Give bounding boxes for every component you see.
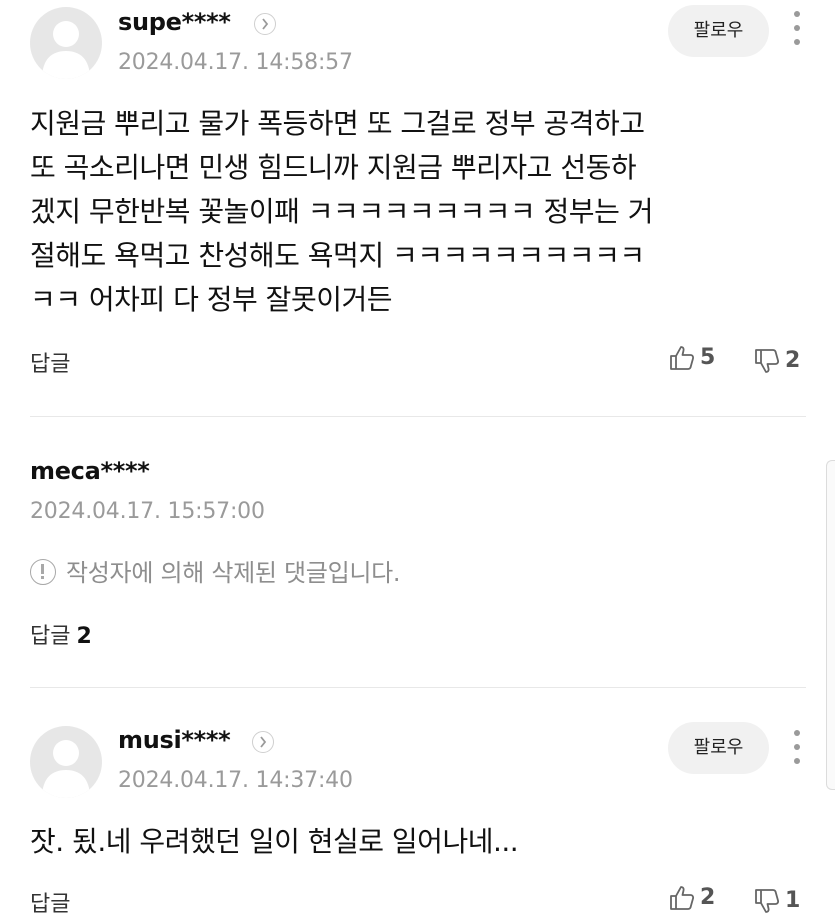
comment-line: 잣. 됬.네 우려했던 일이 현실로 일어나네...: [30, 825, 519, 858]
chevron-right-icon[interactable]: [252, 731, 274, 753]
like-button[interactable]: 5: [668, 344, 728, 374]
comment-line: 또 곡소리나면 민생 힘드니까 지원금 뿌리자고 선동하: [30, 151, 637, 184]
timestamp: 2024.04.17. 14:58:57: [118, 50, 353, 75]
avatar[interactable]: [30, 726, 102, 798]
avatar[interactable]: [30, 7, 102, 79]
reply-label: 답글: [30, 352, 71, 377]
thumbs-up-icon: [670, 346, 695, 370]
username[interactable]: meca****: [30, 457, 150, 485]
comment-item: musi**** 2024.04.17. 14:37:40 팔로우 잣. 됬.네…: [0, 688, 835, 924]
scrollbar[interactable]: [826, 460, 835, 790]
dislike-button[interactable]: 1: [753, 887, 813, 917]
comment-line: 지원금 뿌리고 물가 폭등하면 또 그걸로 정부 공격하고: [30, 107, 645, 140]
more-vertical-icon[interactable]: [790, 11, 804, 47]
username[interactable]: musi****: [118, 726, 231, 754]
reply-count: 2: [76, 624, 92, 649]
follow-button[interactable]: 팔로우: [668, 5, 769, 57]
reply-label: 답글: [30, 892, 71, 917]
thumbs-down-icon: [755, 889, 780, 913]
like-button[interactable]: 2: [668, 884, 728, 914]
reply-button[interactable]: 답글: [30, 886, 70, 918]
reply-button[interactable]: 답글: [30, 346, 70, 378]
default-avatar-icon: [42, 21, 90, 79]
info-circle-icon: [30, 559, 56, 585]
timestamp: 2024.04.17. 15:57:00: [30, 499, 265, 524]
comment-body: 잣. 됬.네 우려했던 일이 현실로 일어나네...: [30, 820, 790, 864]
comment-line: 절해도 욕먹고 찬성해도 욕먹지 ㅋㅋㅋㅋㅋㅋㅋㅋㅋㅋ: [30, 239, 645, 272]
like-count: 2: [700, 885, 716, 910]
dislike-button[interactable]: 2: [753, 347, 813, 377]
comment-line: ㅋㅋ 어차피 다 정부 잘못이거든: [30, 283, 392, 316]
comment-item: supe**** 2024.04.17. 14:58:57 팔로우 지원금 뿌리…: [0, 0, 835, 416]
like-count: 5: [700, 345, 716, 370]
reply-button[interactable]: 답글 2: [30, 618, 92, 650]
follow-button[interactable]: 팔로우: [668, 722, 769, 774]
dislike-count: 1: [785, 888, 801, 913]
reply-label: 답글: [30, 624, 71, 649]
default-avatar-icon: [42, 740, 90, 798]
chevron-right-icon[interactable]: [254, 13, 276, 35]
comment-item: meca**** 2024.04.17. 15:57:00 작성자에 의해 삭제…: [0, 417, 835, 687]
comment-line: 겠지 무한반복 꽃놀이패 ㅋㅋㅋㅋㅋㅋㅋㅋㅋ 정부는 거: [30, 195, 653, 228]
deleted-notice: 작성자에 의해 삭제된 댓글입니다.: [30, 553, 401, 588]
thumbs-up-icon: [670, 886, 695, 910]
deleted-text: 작성자에 의해 삭제된 댓글입니다.: [66, 559, 401, 587]
username[interactable]: supe****: [118, 8, 231, 36]
dislike-count: 2: [785, 348, 801, 373]
timestamp: 2024.04.17. 14:37:40: [118, 768, 353, 793]
more-vertical-icon[interactable]: [790, 730, 804, 766]
comment-body: 지원금 뿌리고 물가 폭등하면 또 그걸로 정부 공격하고 또 곡소리나면 민생…: [30, 102, 790, 322]
thumbs-down-icon: [755, 349, 780, 373]
